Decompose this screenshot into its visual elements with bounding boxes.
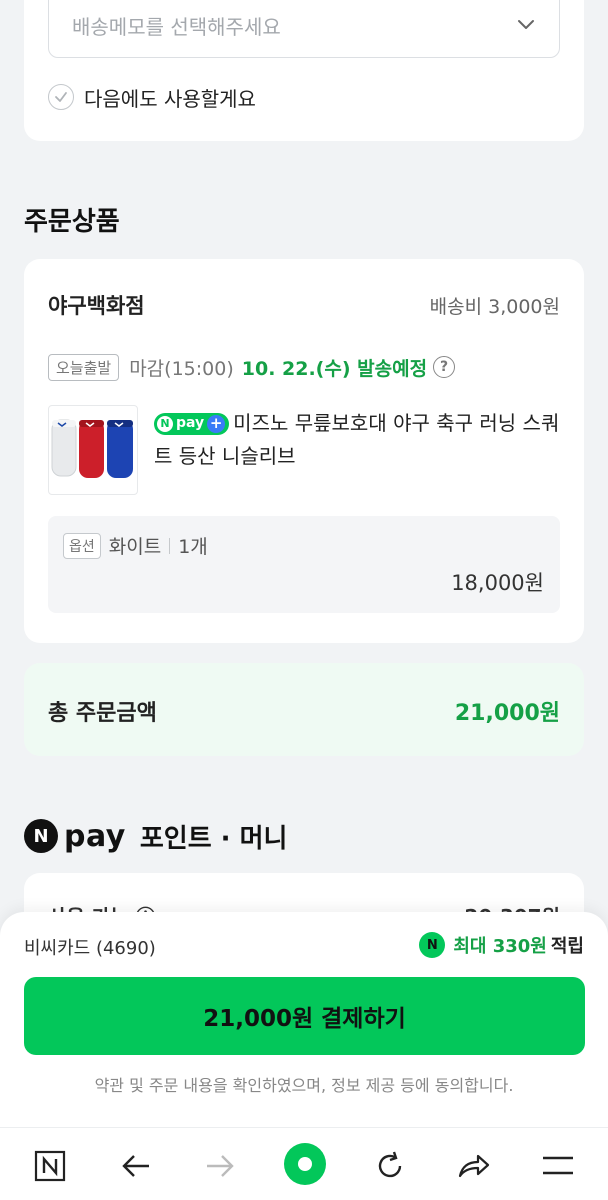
product-card: 야구백화점 배송비 3,000원 오늘출발 마감(15:00) 10. 22.(… <box>24 259 584 643</box>
product-thumbnail[interactable] <box>48 405 138 495</box>
product-name[interactable]: N pay + 미즈노 무릎보호대 야구 축구 러닝 스쿼트 등산 니슬리브 <box>154 407 564 473</box>
option-badge: 옵션 <box>63 532 101 559</box>
option-price: 18,000원 <box>451 571 544 595</box>
total-card: 총 주문금액 21,000원 <box>24 663 584 756</box>
reuse-memo-label: 다음에도 사용할게요 <box>84 86 256 111</box>
green-dot-icon[interactable] <box>283 1142 327 1186</box>
pay-button[interactable]: 21,000원 결제하기 <box>24 977 585 1055</box>
total-label: 총 주문금액 <box>48 701 157 726</box>
total-value: 21,000원 <box>454 701 560 726</box>
option-value: 화이트 <box>108 536 162 558</box>
check-icon <box>48 84 74 110</box>
payment-bottom-sheet: 비씨카드 (4690) N 최대 330원 적립 21,000원 결제하기 약관… <box>0 912 608 1127</box>
shipping-info: 오늘출발 마감(15:00) 10. 22.(수) 발송예정 ? <box>48 352 456 382</box>
share-icon[interactable] <box>454 1146 494 1186</box>
browser-nav-bar <box>0 1127 608 1200</box>
npay-logo-text: pay <box>64 818 126 854</box>
npay-points-title: 포인트 · 머니 <box>139 823 288 854</box>
ship-deadline: 마감(15:00) <box>129 357 234 380</box>
agreement-text: 약관 및 주문 내용을 확인하였으며, 정보 제공 등에 동의합니다. <box>94 1076 514 1095</box>
naver-n-logo-icon: N <box>24 819 58 853</box>
delivery-memo-card: 배송메모를 선택해주세요 다음에도 사용할게요 <box>24 0 584 141</box>
npay-plus-badge: N pay + <box>154 412 230 435</box>
reward-suffix: 적립 <box>550 936 584 957</box>
store-name[interactable]: 야구백화점 <box>48 290 145 320</box>
payment-card-name[interactable]: 비씨카드 (4690) <box>24 934 156 960</box>
reward-info: N 최대 330원 적립 <box>419 932 584 958</box>
help-icon[interactable]: ? <box>433 356 456 378</box>
option-quantity: 1개 <box>178 536 208 558</box>
npay-section-title: N pay 포인트 · 머니 <box>24 818 287 854</box>
reward-amount: 최대 330원 <box>453 936 547 957</box>
forward-arrow-icon[interactable] <box>200 1146 240 1186</box>
today-ship-badge: 오늘출발 <box>48 353 120 381</box>
plus-icon: + <box>207 414 226 433</box>
naver-home-icon[interactable] <box>30 1146 70 1186</box>
option-divider <box>169 537 171 554</box>
option-box: 옵션 화이트 1개 18,000원 <box>48 516 560 613</box>
npay-badge-label: pay <box>176 415 205 431</box>
refresh-icon[interactable] <box>370 1146 410 1186</box>
order-section-title: 주문상품 <box>24 207 120 237</box>
reuse-memo-checkbox[interactable]: 다음에도 사용할게요 <box>48 83 256 111</box>
ship-date: 10. 22.(수) 발송예정 <box>241 357 428 380</box>
chevron-down-icon <box>518 20 534 29</box>
menu-icon[interactable] <box>538 1146 578 1186</box>
naver-n-icon: N <box>157 415 173 432</box>
delivery-memo-select[interactable]: 배송메모를 선택해주세요 <box>48 0 560 58</box>
back-arrow-icon[interactable] <box>116 1146 156 1186</box>
npay-reward-icon: N <box>419 932 446 958</box>
shipping-fee: 배송비 3,000원 <box>429 296 560 318</box>
delivery-memo-placeholder: 배송메모를 선택해주세요 <box>72 15 281 39</box>
